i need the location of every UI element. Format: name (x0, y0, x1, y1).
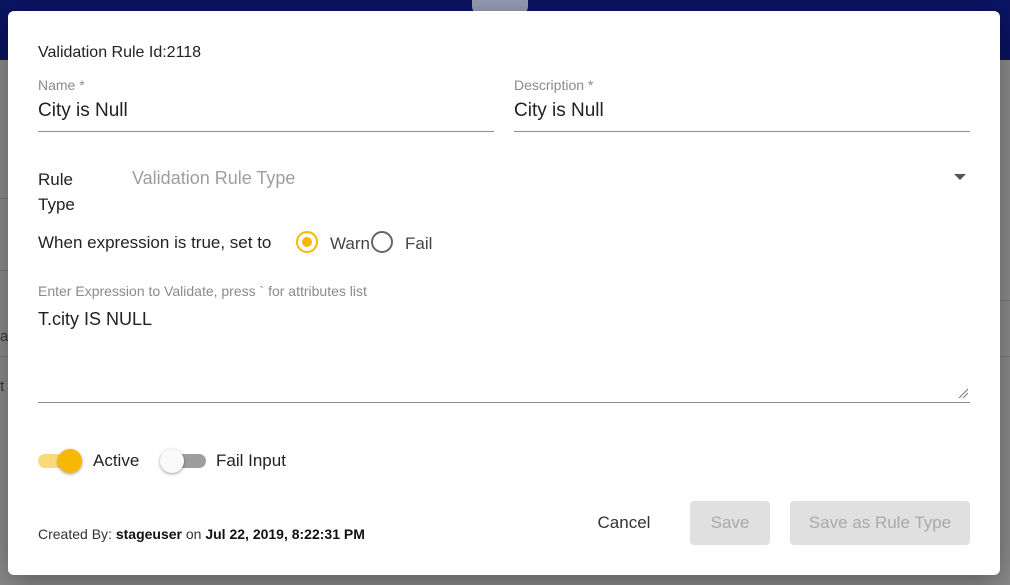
rule-type-label-line: Rule (38, 170, 73, 189)
name-input[interactable]: City is Null (38, 100, 494, 122)
rule-type-label: Rule Type (38, 167, 75, 217)
resize-grip-icon[interactable] (958, 388, 968, 398)
background-text-fragment: t (0, 378, 5, 395)
fail-radio-label[interactable]: Fail (405, 234, 432, 254)
name-field[interactable]: Name * City is Null (38, 77, 494, 132)
rule-type-select[interactable]: Validation Rule Type (132, 166, 970, 196)
created-date: Jul 22, 2019, 8:22:31 PM (205, 526, 365, 542)
active-label: Active (93, 451, 140, 470)
description-input[interactable]: City is Null (514, 100, 970, 122)
name-underline (38, 131, 494, 132)
save-as-rule-type-button[interactable]: Save as Rule Type (790, 501, 970, 545)
warn-radio[interactable] (296, 231, 318, 253)
warn-radio-label[interactable]: Warn (330, 234, 370, 254)
validation-rule-dialog: Validation Rule Id:2118 Name * City is N… (8, 11, 1000, 575)
expression-underline (38, 402, 970, 403)
name-label: Name * (38, 77, 85, 93)
save-button[interactable]: Save (690, 501, 770, 545)
background-divider (1000, 356, 1010, 357)
description-field[interactable]: Description * City is Null (514, 77, 970, 132)
active-toggle[interactable] (38, 449, 82, 473)
created-by-prefix: Created By: (38, 526, 112, 542)
fail-input-label: Fail Input (216, 451, 286, 470)
created-by-info: Created By: stageuser on Jul 22, 2019, 8… (38, 526, 365, 542)
active-toggle-thumb[interactable] (58, 449, 82, 473)
expression-value[interactable]: T.city IS NULL (38, 309, 152, 330)
when-expression-label: When expression is true, set to (38, 233, 272, 252)
chevron-down-icon[interactable] (954, 174, 966, 180)
expression-label: Enter Expression to Validate, press ` fo… (38, 283, 367, 299)
cancel-button[interactable]: Cancel (580, 501, 668, 545)
rule-type-placeholder: Validation Rule Type (132, 168, 296, 188)
fail-input-toggle-thumb[interactable] (160, 449, 184, 473)
background-divider (1000, 300, 1010, 301)
created-by-user: stageuser (115, 526, 182, 542)
fail-radio[interactable] (371, 231, 393, 253)
created-on-word: on (185, 526, 202, 542)
rule-type-label-line: Type (38, 195, 75, 214)
description-underline (514, 131, 970, 132)
dialog-title: Validation Rule Id:2118 (38, 44, 202, 61)
fail-input-toggle[interactable] (160, 449, 212, 473)
description-label: Description * (514, 77, 594, 93)
expression-textarea[interactable]: T.city IS NULL (38, 307, 970, 403)
